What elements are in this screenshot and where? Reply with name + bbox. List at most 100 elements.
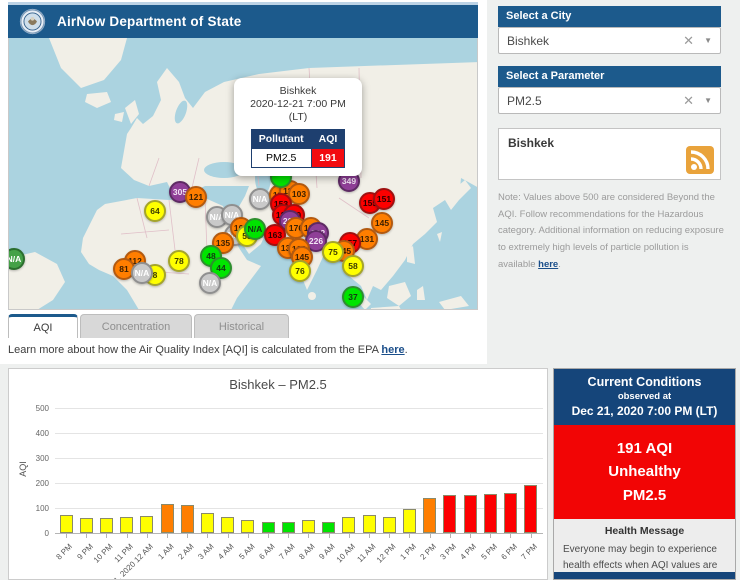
chart-x-tick (409, 534, 410, 538)
conditions-datetime: Dec 21, 2020 7:00 PM (LT) (558, 404, 731, 418)
rss-icon[interactable] (686, 146, 714, 174)
chart-bar[interactable] (241, 520, 254, 533)
chart-x-tick (207, 534, 208, 538)
map-marker[interactable]: N/A (199, 272, 221, 294)
chart-x-tick-label: 4 AM (217, 542, 236, 561)
health-message-section: Health Message Everyone may begin to exp… (554, 519, 735, 580)
chart-bar[interactable] (181, 505, 194, 533)
chart-bar[interactable] (140, 516, 153, 533)
map-popup: Bishkek 2020-12-21 7:00 PM (LT) Pollutan… (234, 78, 362, 176)
chart-x-tick (147, 534, 148, 538)
chart-bar[interactable] (80, 518, 93, 533)
chart-x-tick (106, 534, 107, 538)
note-period: . (558, 259, 561, 270)
tab-aqi[interactable]: AQI (8, 314, 78, 338)
chart-x-tick (369, 534, 370, 538)
conditions-title: Current Conditions (558, 375, 731, 389)
map-marker[interactable]: 64 (144, 200, 166, 222)
current-conditions-panel: Current Conditions observed at Dec 21, 2… (553, 368, 736, 580)
chart-x-tick-label: 12 PM (375, 542, 398, 565)
chart-y-tick-label: 500 (15, 404, 49, 413)
department-of-state-seal-icon (19, 8, 46, 35)
map-marker[interactable]: 58 (342, 255, 364, 277)
chart-x-tick (349, 534, 350, 538)
note-text: Note: Values above 500 are considered Be… (498, 192, 724, 270)
chart-x-tick (86, 534, 87, 538)
chart-x-tick (531, 534, 532, 538)
chart-gridline (55, 483, 543, 484)
chart-x-tick (127, 534, 128, 538)
map-marker[interactable]: 37 (342, 286, 364, 308)
popup-datetime: 2020-12-21 7:00 PM (240, 98, 356, 111)
popup-col-aqi: AQI (311, 130, 345, 149)
map-marker[interactable]: 76 (289, 260, 311, 282)
chart-bar[interactable] (363, 515, 376, 533)
chart-x-tick (308, 534, 309, 538)
popup-table: Pollutant AQI PM2.5 191 (251, 129, 346, 168)
chart-bar[interactable] (262, 522, 275, 533)
chart-y-tick-label: 0 (15, 529, 49, 538)
rss-feed-box: Bishkek (498, 128, 721, 180)
map-marker[interactable]: 121 (185, 186, 207, 208)
learn-more-here-link[interactable]: here (381, 344, 404, 356)
chart-x-tick (430, 534, 431, 538)
chart-bar[interactable] (221, 517, 234, 533)
chart-title: Bishkek – PM2.5 (9, 377, 547, 392)
map-marker[interactable]: N/A (249, 188, 271, 210)
chart-x-tick-label: 1 AM (156, 542, 175, 561)
parameter-select-value: PM2.5 (507, 94, 683, 108)
chart-y-tick-label: 300 (15, 454, 49, 463)
chart-bar[interactable] (161, 504, 174, 533)
chart-x-tick (490, 534, 491, 538)
chart-bar[interactable] (342, 517, 355, 533)
chart-x-tick-label: 5 PM (479, 542, 499, 562)
chart-bar[interactable] (282, 522, 295, 533)
chart-x-tick-label: 8 AM (298, 542, 317, 561)
clear-parameter-icon[interactable]: ✕ (683, 93, 694, 109)
chart-bar[interactable] (60, 515, 73, 533)
parameter-select[interactable]: PM2.5 ✕ ▼ (498, 87, 721, 114)
current-conditions-header: Current Conditions observed at Dec 21, 2… (554, 369, 735, 425)
chart-x-tick (66, 534, 67, 538)
popup-aqi-value: 191 (311, 149, 345, 168)
chart-bar[interactable] (383, 517, 396, 533)
tab-concentration[interactable]: Concentration (80, 314, 192, 338)
chart-bar[interactable] (423, 498, 436, 533)
chart-x-tick-label: 3 PM (439, 542, 459, 562)
note-here-link[interactable]: here (538, 259, 558, 270)
chart-bar[interactable] (504, 493, 517, 533)
chart-bar[interactable] (201, 513, 214, 533)
chart-bar[interactable] (322, 522, 335, 533)
aqi-map[interactable]: N/AN/AN/AN/A30512164N/A103581354844N/A11… (8, 38, 478, 310)
chart-x-tick (450, 534, 451, 538)
chart-bar[interactable] (302, 520, 315, 533)
chart-x-tick-label: 6 AM (257, 542, 276, 561)
map-marker[interactable]: 78 (168, 250, 190, 272)
chart-x-tick-label: 4 PM (459, 542, 479, 562)
app-title: AirNow Department of State (57, 14, 241, 29)
chart-x-tick (268, 534, 269, 538)
city-dropdown-arrow-icon[interactable]: ▼ (704, 36, 712, 45)
chart-bar[interactable] (403, 509, 416, 533)
map-marker[interactable]: 75 (322, 241, 344, 263)
map-marker[interactable]: N/A (244, 218, 266, 240)
chart-y-tick-label: 100 (15, 504, 49, 513)
chart-x-tick-label: 11 AM (355, 542, 377, 564)
learn-more-period: . (405, 344, 408, 356)
parameter-dropdown-arrow-icon[interactable]: ▼ (704, 96, 712, 105)
chart-x-tick (228, 534, 229, 538)
clear-city-icon[interactable]: ✕ (683, 33, 694, 49)
chart-bar[interactable] (464, 495, 477, 533)
chart-bar[interactable] (524, 485, 537, 533)
chart-bar[interactable] (443, 495, 456, 533)
chart-y-axis-label: AQI (18, 461, 28, 477)
chart-x-tick (248, 534, 249, 538)
popup-col-pollutant: Pollutant (251, 130, 311, 149)
map-marker[interactable]: 151 (373, 188, 395, 210)
map-marker[interactable]: N/A (131, 262, 153, 284)
city-select[interactable]: Bishkek ✕ ▼ (498, 27, 721, 54)
chart-bar[interactable] (120, 517, 133, 533)
chart-bar[interactable] (484, 494, 497, 533)
tab-historical[interactable]: Historical (194, 314, 289, 338)
chart-bar[interactable] (100, 518, 113, 533)
